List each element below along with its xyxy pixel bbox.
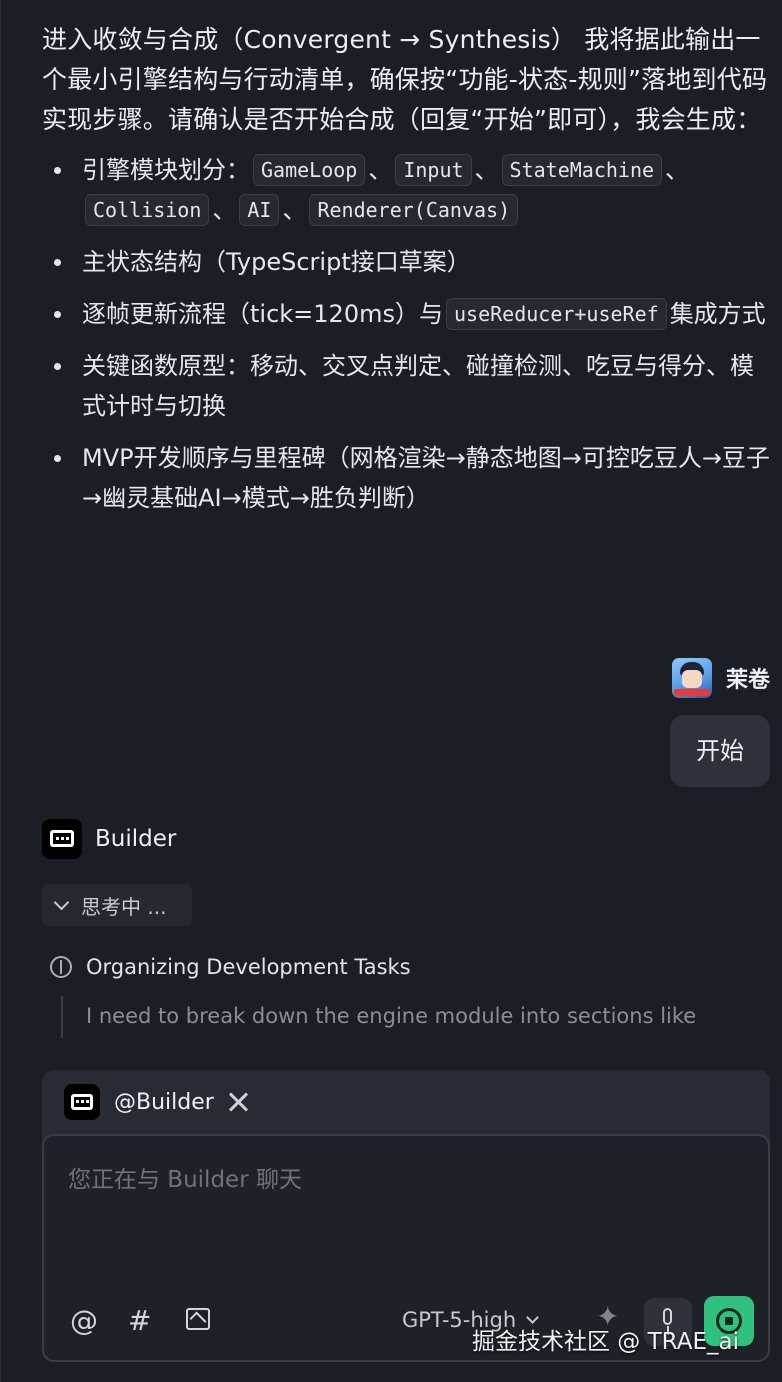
code-span: Collision bbox=[85, 194, 210, 226]
thinking-label: 思考中 ... bbox=[81, 894, 167, 919]
mention-chip[interactable]: @Builder bbox=[64, 1084, 250, 1120]
brain-icon bbox=[50, 956, 72, 978]
panel-divider bbox=[0, 0, 1, 1382]
message-input[interactable] bbox=[68, 1160, 728, 1240]
list-item: 关键函数原型：移动、交叉点判定、碰撞检测、吃豆与得分、模式计时与切换 bbox=[42, 346, 770, 426]
task-header: Organizing Development Tasks bbox=[50, 955, 411, 979]
user-name: 茉卷 bbox=[725, 668, 770, 693]
tool-icon[interactable] bbox=[228, 1091, 250, 1113]
code-span: useReducer+useRef bbox=[445, 298, 667, 330]
bullet-text: 集成方式 bbox=[669, 300, 766, 328]
separator: 、 bbox=[282, 196, 307, 224]
builder-header: Builder bbox=[42, 819, 176, 859]
bot-icon bbox=[64, 1084, 100, 1120]
avatar-badge bbox=[673, 689, 710, 696]
separator: 、 bbox=[368, 156, 393, 184]
mention-label: @Builder bbox=[114, 1089, 214, 1115]
builder-name: Builder bbox=[95, 826, 177, 852]
bullet-text: 引擎模块划分： bbox=[82, 156, 250, 184]
user-message-bubble: 开始 bbox=[670, 715, 770, 787]
bullet-text: 主状态结构（TypeScript接口草案） bbox=[82, 248, 471, 276]
bot-icon bbox=[42, 819, 82, 859]
separator: 、 bbox=[212, 196, 237, 224]
task-divider bbox=[61, 996, 63, 1038]
thinking-toggle[interactable]: 思考中 ... bbox=[42, 884, 192, 926]
assistant-intro-text: 进入收敛与合成（Convergent → Synthesis） 我将据此输出一个… bbox=[42, 25, 768, 134]
assistant-message: 进入收敛与合成（Convergent → Synthesis） 我将据此输出一个… bbox=[42, 20, 770, 530]
bullet-text: MVP开发顺序与里程碑（网格渲染→静态地图→可控吃豆人→豆子→幽灵基础AI→模式… bbox=[82, 444, 770, 512]
task-detail: I need to break down the engine module i… bbox=[86, 1004, 697, 1028]
code-span: GameLoop bbox=[253, 154, 366, 186]
code-span: Input bbox=[395, 154, 472, 186]
list-item: 引擎模块划分： GameLoop、 Input、 StateMachine 、Colli… bbox=[42, 150, 770, 230]
separator: 、 bbox=[665, 156, 690, 184]
chevron-down-icon bbox=[53, 894, 70, 910]
chat-panel: 进入收敛与合成（Convergent → Synthesis） 我将据此输出一个… bbox=[0, 0, 782, 1382]
bullet-list: 引擎模块划分： GameLoop、 Input、 StateMachine 、Colli… bbox=[42, 150, 770, 518]
at-icon[interactable]: @ bbox=[70, 1304, 98, 1338]
list-item: 逐帧更新流程（tick=120ms）与 useReducer+useRef 集成方式 bbox=[42, 294, 770, 334]
hash-icon[interactable]: # bbox=[128, 1304, 151, 1338]
avatar-face bbox=[681, 670, 702, 688]
avatar[interactable] bbox=[671, 658, 712, 698]
code-span: Renderer(Canvas) bbox=[309, 194, 519, 226]
watermark: 掘金技术社区 @ TRAE_ai bbox=[472, 1329, 739, 1355]
code-span: AI bbox=[239, 194, 280, 226]
bullet-text: 逐帧更新流程（tick=120ms）与 bbox=[82, 300, 443, 328]
image-icon[interactable] bbox=[186, 1308, 210, 1330]
task-title: Organizing Development Tasks bbox=[86, 955, 411, 979]
separator: 、 bbox=[474, 156, 499, 184]
bullet-text: 关键函数原型：移动、交叉点判定、碰撞检测、吃豆与得分、模式计时与切换 bbox=[82, 352, 754, 420]
user-header: 茉卷 bbox=[671, 658, 770, 698]
list-item: MVP开发顺序与里程碑（网格渲染→静态地图→可控吃豆人→豆子→幽灵基础AI→模式… bbox=[42, 438, 770, 518]
composer: @Builder @ # GPT-5-high ✦ bbox=[42, 1070, 770, 1362]
list-item: 主状态结构（TypeScript接口草案） bbox=[42, 242, 770, 282]
code-span: StateMachine bbox=[501, 154, 663, 186]
